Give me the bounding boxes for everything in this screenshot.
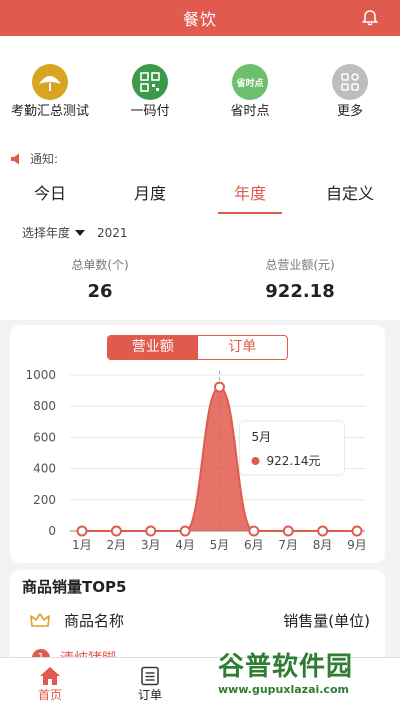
y-tick-label: 600 <box>33 430 56 444</box>
app-label: 省时点 <box>230 104 270 119</box>
y-tick-label: 0 <box>48 524 56 538</box>
app-shortcuts: 考勤汇总测试 一码付 省时点 省时点 更多 <box>0 64 400 119</box>
stat-revenue: 总营业额(元) 922.18 <box>200 256 400 302</box>
data-point <box>317 525 329 537</box>
app-header: 餐饮 <box>0 0 400 36</box>
caret-down-icon <box>75 229 86 236</box>
notice-bar[interactable]: 通知: <box>10 150 58 167</box>
app-attendance-test[interactable]: 考勤汇总测试 <box>0 64 100 119</box>
app-label: 考勤汇总测试 <box>10 104 89 119</box>
revenue-label: 总营业额(元) <box>265 258 335 272</box>
nav-home-label: 首页 <box>37 688 62 702</box>
data-point <box>214 381 225 393</box>
x-tick-label: 3月 <box>141 538 161 552</box>
tab-today[interactable]: 今日 <box>0 182 100 216</box>
crown-icon <box>30 612 50 627</box>
logo-text: 省时点 <box>236 78 264 89</box>
x-tick-label: 2月 <box>107 538 127 552</box>
year-select-label: 选择年度 <box>22 226 71 240</box>
app-shengshidian[interactable]: 省时点 省时点 <box>200 64 300 119</box>
top5-title: 商品销量TOP5 <box>22 578 127 596</box>
nav-orders[interactable]: 订单 <box>100 658 200 711</box>
top5-header-row: 商品名称 销售量(单位) <box>30 610 370 631</box>
app-label: 更多 <box>336 104 363 119</box>
x-tick-label: 8月 <box>313 538 333 552</box>
overview-panel: 考勤汇总测试 一码付 省时点 省时点 更多 通知: 今日 月度 年度 自定义 选… <box>0 36 400 320</box>
x-tick-label: 4月 <box>175 538 195 552</box>
data-point <box>179 525 191 537</box>
y-tick-label: 1000 <box>25 368 56 382</box>
ginkgo-leaf-icon <box>32 64 68 100</box>
page-title: 餐饮 <box>182 10 217 29</box>
y-tick-label: 400 <box>33 462 56 476</box>
more-grid-icon <box>332 64 368 100</box>
y-tick-label: 800 <box>33 399 56 413</box>
watermark-url: www.gupuxlazai.com <box>218 683 349 696</box>
year-select-value: 2021 <box>97 225 128 240</box>
col-product-name: 商品名称 <box>64 612 125 630</box>
tab-year[interactable]: 年度 <box>200 182 300 216</box>
data-point <box>248 525 260 537</box>
period-tabs: 今日 月度 年度 自定义 <box>0 182 400 216</box>
revenue-value: 922.18 <box>265 281 335 302</box>
revenue-line-chart[interactable]: 0 200 400 600 800 1000 1月 2月 3月 4月 5月 6月 7月 8月 9月 5月 922… <box>10 325 385 563</box>
data-point <box>110 525 122 537</box>
app-qr-pay[interactable]: 一码付 <box>100 64 200 119</box>
x-tick-label: 5月 <box>210 538 230 552</box>
chart-card: 营业额 订单 0 200 400 600 800 1000 1月 2月 3月 4月 5月 6月 7月 8月… <box>10 325 385 563</box>
data-point <box>282 525 294 537</box>
qr-code-icon <box>132 64 168 100</box>
app-more[interactable]: 更多 <box>300 64 400 119</box>
x-tick-label: 1月 <box>72 538 92 552</box>
orders-label: 总单数(个) <box>71 258 129 272</box>
stat-orders: 总单数(个) 26 <box>0 256 200 302</box>
x-tick-label: 7月 <box>278 538 298 552</box>
x-tick-label: 9月 <box>347 538 367 552</box>
app-label: 一码付 <box>130 104 170 119</box>
bell-icon[interactable] <box>360 8 380 28</box>
site-watermark: 谷普软件园 www.gupuxlazai.com <box>218 646 396 708</box>
shengshidian-logo-icon: 省时点 <box>232 64 268 100</box>
nav-home[interactable]: 首页 <box>0 658 100 711</box>
nav-orders-label: 订单 <box>137 688 162 702</box>
notice-label: 通知: <box>30 152 59 166</box>
data-point <box>351 525 363 537</box>
tooltip-value: 922.14元 <box>267 454 321 468</box>
tab-custom[interactable]: 自定义 <box>300 182 400 216</box>
tooltip-title: 5月 <box>252 430 272 444</box>
order-list-icon <box>141 666 159 686</box>
y-tick-label: 200 <box>33 493 56 507</box>
orders-value: 26 <box>87 281 113 302</box>
col-sales-volume: 销售量(单位) <box>283 612 370 630</box>
x-tick-label: 6月 <box>244 538 264 552</box>
home-icon <box>40 667 60 685</box>
data-point <box>145 525 157 537</box>
speaker-icon <box>11 153 19 164</box>
summary-stats: 总单数(个) 26 总营业额(元) 922.18 <box>0 256 400 302</box>
data-point <box>76 525 88 537</box>
year-selector[interactable]: 选择年度 2021 <box>22 224 128 241</box>
tooltip-marker <box>251 457 260 465</box>
watermark-title: 谷普软件园 <box>218 652 354 682</box>
tab-month[interactable]: 月度 <box>100 182 200 216</box>
